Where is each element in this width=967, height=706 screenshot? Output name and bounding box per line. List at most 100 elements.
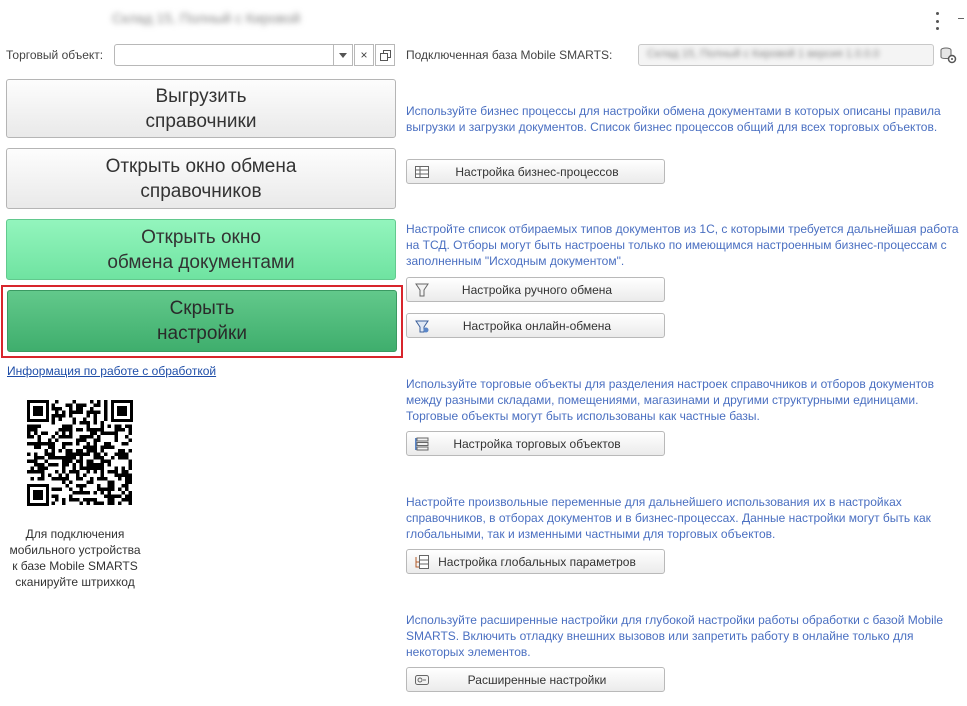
- qr-module: [90, 449, 94, 453]
- clear-button[interactable]: ×: [354, 44, 374, 66]
- qr-module: [100, 424, 104, 428]
- database-gear-icon: [940, 47, 957, 64]
- qr-module: [51, 452, 55, 456]
- manual-exchange-button[interactable]: Настройка ручного обмена: [406, 277, 665, 302]
- qr-module: [55, 498, 59, 502]
- qr-module: [41, 442, 45, 446]
- qr-module: [125, 477, 129, 481]
- qr-module: [114, 466, 118, 470]
- open-docs-exchange-button[interactable]: Открыть окно обмена документами: [6, 219, 396, 280]
- open-button[interactable]: [375, 44, 395, 66]
- qr-module: [86, 442, 90, 446]
- qr-module: [111, 494, 115, 498]
- qr-module: [100, 421, 104, 425]
- hide-settings-button[interactable]: Скрыть настройки: [7, 290, 397, 352]
- qr-module: [76, 407, 80, 411]
- qr-module: [83, 484, 87, 488]
- qr-module: [65, 428, 69, 432]
- qr-module: [69, 449, 73, 453]
- qr-module: [27, 435, 31, 439]
- qr-module: [86, 459, 90, 463]
- qr-module: [104, 407, 108, 411]
- qr-module: [125, 435, 129, 439]
- open-refs-exchange-button[interactable]: Открыть окно обмена справочников: [6, 148, 396, 209]
- qr-module: [72, 463, 76, 467]
- qr-module: [48, 442, 52, 446]
- info-link[interactable]: Информация по работе с обработкой: [7, 364, 216, 378]
- db-settings-button[interactable]: [937, 44, 959, 66]
- qr-module: [125, 456, 129, 460]
- qr-module: [128, 491, 132, 495]
- qr-module: [55, 414, 59, 418]
- qr-module: [107, 445, 111, 449]
- qr-module: [86, 414, 90, 418]
- qr-module: [62, 431, 66, 435]
- qr-module: [79, 452, 83, 456]
- table-icon: [414, 164, 430, 180]
- mobile-db-label: Подключенная база Mobile SMARTS:: [406, 48, 613, 62]
- advanced-settings-button[interactable]: Расширенные настройки: [406, 667, 665, 692]
- qr-module: [37, 435, 41, 439]
- qr-module: [62, 477, 66, 481]
- qr-module: [128, 466, 132, 470]
- qr-module: [121, 470, 125, 474]
- qr-module: [72, 498, 76, 502]
- global-params-button[interactable]: Настройка глобальных параметров: [406, 549, 665, 574]
- qr-module: [104, 445, 108, 449]
- more-menu-icon[interactable]: [930, 12, 944, 30]
- dropdown-button[interactable]: [333, 44, 353, 66]
- qr-module: [65, 403, 69, 407]
- qr-module: [83, 421, 87, 425]
- qr-module: [76, 452, 80, 456]
- qr-module: [86, 491, 90, 495]
- manual-exchange-label: Настройка ручного обмена: [461, 282, 613, 297]
- qr-module: [76, 477, 80, 481]
- qr-module: [79, 403, 83, 407]
- trade-objects-label: Настройка торговых объектов: [453, 436, 621, 451]
- qr-module: [27, 428, 31, 432]
- advanced-settings-icon: [414, 672, 430, 688]
- qr-module: [69, 498, 73, 502]
- qr-module: [118, 449, 122, 453]
- qr-module: [114, 452, 118, 456]
- qr-module: [118, 428, 122, 432]
- qr-module: [62, 435, 66, 439]
- qr-module: [72, 421, 76, 425]
- trade-objects-button[interactable]: Настройка торговых объектов: [406, 431, 665, 456]
- qr-module: [90, 477, 94, 481]
- qr-module: [118, 473, 122, 477]
- qr-module: [69, 407, 73, 411]
- qr-module: [128, 480, 132, 484]
- qr-module: [76, 403, 80, 407]
- qr-module: [76, 449, 80, 453]
- qr-module: [90, 466, 94, 470]
- qr-module: [90, 445, 94, 449]
- qr-module: [121, 484, 125, 488]
- qr-module: [62, 428, 66, 432]
- qr-module: [86, 466, 90, 470]
- qr-module: [51, 501, 55, 505]
- qr-module: [104, 431, 108, 435]
- qr-module: [51, 435, 55, 439]
- qr-module: [72, 466, 76, 470]
- qr-module: [34, 456, 38, 460]
- mobile-db-field[interactable]: Склад 15, Полный с Кировой 1 версия 1.0.…: [638, 44, 934, 66]
- qr-module: [97, 484, 101, 488]
- document-filter-icon: [414, 282, 430, 298]
- qr-module: [121, 452, 125, 456]
- online-exchange-button[interactable]: Настройка онлайн-обмена: [406, 313, 665, 338]
- qr-module: [111, 487, 115, 491]
- upload-refs-button[interactable]: Выгрузить справочники: [6, 79, 396, 138]
- qr-module: [83, 452, 87, 456]
- trade-object-input[interactable]: [114, 44, 336, 66]
- business-processes-button[interactable]: Настройка бизнес-процессов: [406, 159, 665, 184]
- qr-module: [107, 442, 111, 446]
- qr-module: [76, 410, 80, 414]
- qr-module: [41, 466, 45, 470]
- qr-module: [93, 498, 97, 502]
- qr-module: [79, 449, 83, 453]
- qr-module: [69, 428, 73, 432]
- qr-module: [37, 438, 41, 442]
- qr-module: [69, 487, 73, 491]
- qr-module: [86, 421, 90, 425]
